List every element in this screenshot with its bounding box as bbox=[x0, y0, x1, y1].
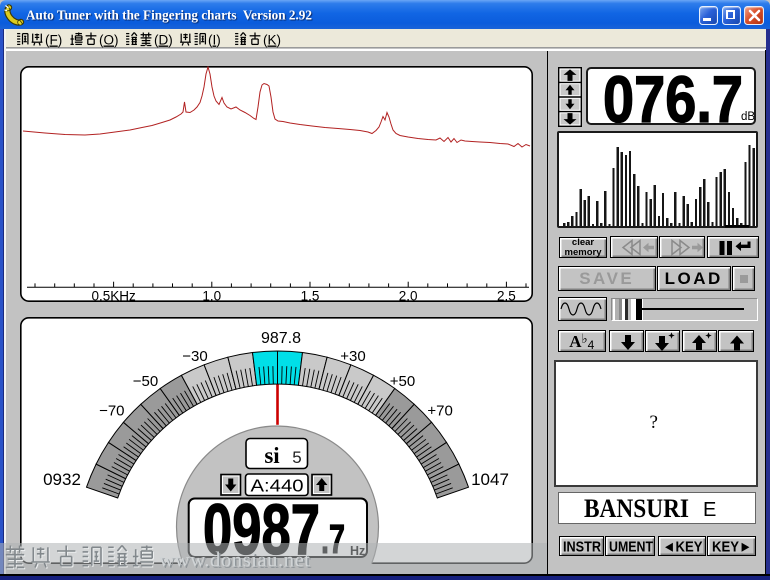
svg-text:−50: −50 bbox=[133, 373, 158, 390]
svg-text:1.0: 1.0 bbox=[202, 289, 221, 302]
svg-text:−30: −30 bbox=[182, 348, 207, 365]
svg-text:INSTR: INSTR bbox=[563, 539, 601, 556]
svg-text:(K): (K) bbox=[263, 32, 281, 47]
svg-text:KEY►: KEY► bbox=[712, 539, 752, 556]
svg-text:1047: 1047 bbox=[471, 470, 509, 489]
svg-text:BANSURI: BANSURI bbox=[584, 494, 689, 522]
svg-text:2.5: 2.5 bbox=[497, 289, 516, 302]
svg-text:(I): (I) bbox=[208, 32, 221, 47]
svg-text:+30: +30 bbox=[340, 348, 365, 365]
svg-text:5: 5 bbox=[292, 448, 301, 467]
svg-text:+50: +50 bbox=[390, 373, 415, 390]
svg-text:dB: dB bbox=[740, 111, 753, 123]
svg-text:(D): (D) bbox=[154, 32, 173, 47]
svg-text:+70: +70 bbox=[427, 403, 452, 420]
svg-text:www.donsiau.net: www.donsiau.net bbox=[159, 548, 310, 572]
svg-text:−70: −70 bbox=[99, 403, 124, 420]
svg-text:076.7: 076.7 bbox=[603, 69, 743, 124]
svg-text:(F): (F) bbox=[45, 32, 62, 47]
svg-text:Auto Tuner with the Fingering: Auto Tuner with the Fingering charts Ver… bbox=[26, 9, 312, 24]
svg-text:(O): (O) bbox=[99, 32, 119, 47]
svg-text:si: si bbox=[264, 443, 280, 468]
svg-text:E: E bbox=[703, 499, 716, 521]
svg-text:987.8: 987.8 bbox=[261, 330, 301, 347]
svg-text:0.5KHz: 0.5KHz bbox=[91, 289, 136, 302]
svg-text:1.5: 1.5 bbox=[301, 289, 320, 302]
svg-text:2.0: 2.0 bbox=[399, 289, 418, 302]
svg-text:0932: 0932 bbox=[43, 470, 81, 489]
svg-text:UMENT: UMENT bbox=[609, 539, 653, 556]
svg-text:◄KEY: ◄KEY bbox=[663, 539, 703, 556]
